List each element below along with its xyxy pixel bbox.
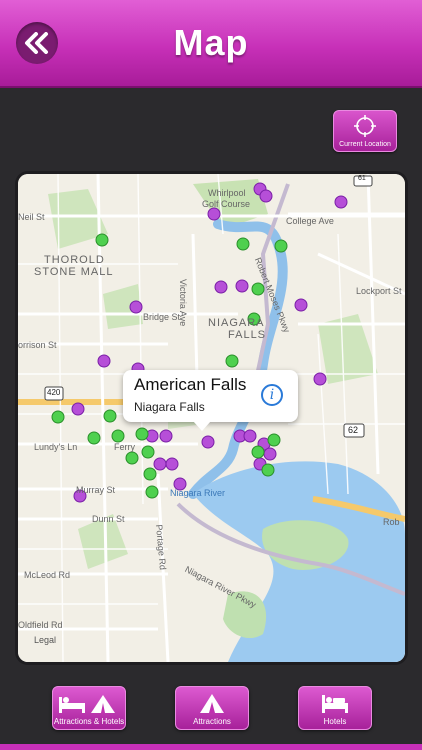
current-location-label: Current Location — [339, 141, 391, 148]
route-shield-62: 62 — [348, 425, 359, 435]
map-label: Dunn St — [92, 514, 125, 524]
map-label: Whirlpool — [208, 188, 246, 198]
map-label: Oldfield Rd — [18, 620, 63, 630]
map-label: THOROLD — [44, 254, 105, 266]
tent-icon — [200, 694, 224, 713]
map-label: Ferry — [114, 442, 135, 452]
map-label: Murray St — [76, 485, 116, 495]
map-label: College Ave — [286, 216, 334, 226]
info-icon[interactable]: i — [261, 384, 283, 406]
map-label: Neil St — [18, 212, 45, 222]
legal-link[interactable]: Legal — [34, 635, 56, 645]
map-label: Bridge St — [143, 312, 181, 322]
map-label: orrison St — [18, 340, 57, 350]
map-label: NIAGARA — [208, 317, 265, 329]
map-label: Golf Course — [202, 199, 251, 209]
callout-subtitle: Niagara Falls — [134, 400, 205, 414]
map-label: STONE MALL — [34, 266, 114, 278]
map-label: Lockport St — [356, 286, 402, 296]
tab-label: Attractions — [193, 717, 231, 726]
map-label: McLeod Rd — [24, 570, 71, 580]
callout-title: American Falls — [134, 375, 247, 394]
header-bar: Map — [0, 0, 422, 88]
footer-accent — [0, 744, 422, 750]
bed-icon — [322, 695, 348, 713]
crosshair-icon — [354, 115, 376, 137]
map-label: Rob — [383, 517, 400, 527]
map-label: Niagara River — [170, 488, 226, 498]
map-label: Lundy's Ln — [34, 442, 78, 452]
bed-and-tent-icon — [59, 695, 115, 713]
tab-attractions-hotels[interactable]: Attractions & Hotels — [52, 686, 126, 730]
tab-label: Attractions & Hotels — [53, 717, 125, 726]
tab-attractions[interactable]: Attractions — [175, 686, 249, 730]
tab-hotels[interactable]: Hotels — [298, 686, 372, 730]
route-shield-61: 61 — [358, 175, 366, 182]
tab-label: Hotels — [323, 717, 347, 726]
map-label: FALLS — [228, 329, 267, 341]
page-title: Map — [173, 22, 249, 63]
current-location-button[interactable]: Current Location — [333, 110, 397, 152]
route-shield-420: 420 — [47, 388, 61, 397]
